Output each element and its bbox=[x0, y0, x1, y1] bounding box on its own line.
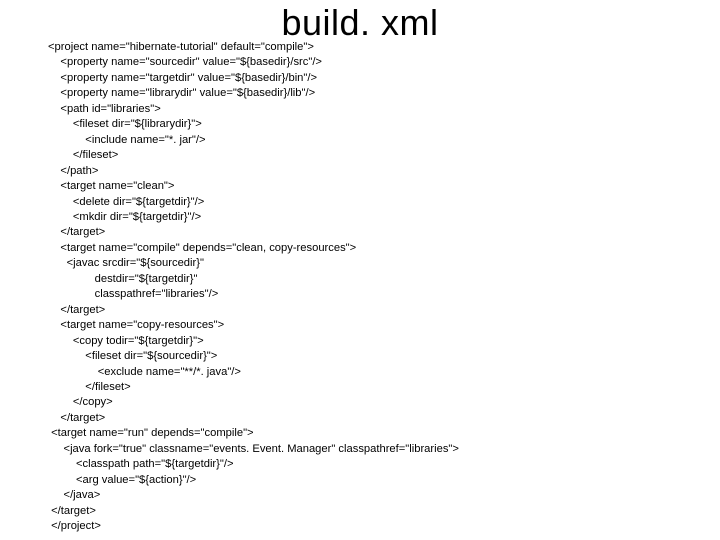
slide: build. xml <project name="hibernate-tuto… bbox=[0, 0, 720, 540]
code-block: <project name="hibernate-tutorial" defau… bbox=[48, 40, 459, 535]
page-title: build. xml bbox=[0, 2, 720, 44]
